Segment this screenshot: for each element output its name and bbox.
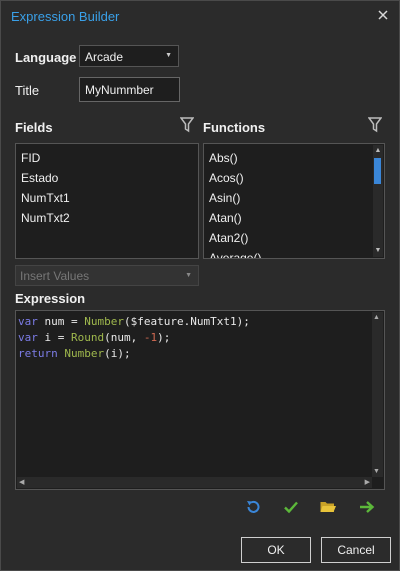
functions-label: Functions (203, 120, 266, 135)
list-item[interactable]: Atan2() (204, 228, 372, 248)
language-label: Language (15, 50, 77, 65)
code-token: return (18, 347, 58, 360)
code-token: var (18, 331, 38, 344)
scroll-down-icon[interactable]: ▼ (373, 246, 383, 256)
title-bar: Expression Builder (1, 1, 399, 31)
close-icon[interactable] (375, 7, 391, 23)
title-input[interactable] (79, 77, 180, 102)
list-item[interactable]: Acos() (204, 168, 372, 188)
scroll-up-icon[interactable]: ▲ (373, 146, 383, 156)
title-label: Title (15, 83, 40, 98)
chevron-down-icon: ▼ (185, 272, 192, 279)
chevron-down-icon: ▼ (165, 52, 172, 59)
code-token: Round (71, 331, 105, 344)
check-icon[interactable] (282, 498, 300, 516)
functions-scrollbar[interactable]: ▲ ▼ (373, 145, 383, 257)
insert-values-select: Insert Values ▼ (15, 265, 199, 286)
code-token: Number (64, 347, 105, 360)
code-token: i = (37, 331, 71, 344)
functions-items: Abs() Acos() Asin() Atan() Atan2() Avera… (204, 148, 372, 258)
code-token: (i); (104, 347, 131, 360)
code-token: ($feature.NumTxt1); (123, 315, 250, 328)
window-title: Expression Builder (11, 9, 120, 24)
list-item[interactable]: FID (16, 148, 198, 168)
expression-label: Expression (15, 291, 86, 306)
editor-horizontal-scrollbar[interactable]: ◀ ▶ (17, 477, 372, 488)
list-item[interactable]: Abs() (204, 148, 372, 168)
folder-open-icon[interactable] (319, 498, 337, 516)
scroll-left-icon[interactable]: ◀ (19, 478, 24, 486)
expression-code[interactable]: var num = Number($feature.NumTxt1); var … (18, 314, 250, 362)
expression-editor[interactable]: var num = Number($feature.NumTxt1); var … (15, 310, 385, 490)
undo-icon[interactable] (244, 498, 262, 516)
editor-vertical-scrollbar[interactable]: ▲ ▼ (372, 312, 383, 477)
ok-button[interactable]: OK (241, 537, 311, 563)
fields-list[interactable]: FID Estado NumTxt1 NumTxt2 (15, 143, 199, 259)
fields-label: Fields (15, 120, 53, 135)
scroll-down-icon[interactable]: ▼ (373, 468, 380, 475)
cancel-button[interactable]: Cancel (321, 537, 391, 563)
code-token: (num, (104, 331, 144, 344)
list-item[interactable]: Atan() (204, 208, 372, 228)
scroll-right-icon[interactable]: ▶ (365, 478, 370, 486)
list-item[interactable]: Average() (204, 248, 372, 258)
fields-filter-icon[interactable] (179, 117, 195, 133)
code-token: num = (37, 315, 85, 328)
insert-values-placeholder: Insert Values (20, 269, 90, 283)
code-line: var i = Round(num, -1); (18, 331, 170, 344)
code-token: -1 (143, 331, 158, 344)
language-select[interactable]: Arcade ▼ (79, 45, 179, 67)
language-select-value: Arcade (85, 50, 124, 64)
scrollbar-thumb[interactable] (374, 158, 381, 184)
list-item[interactable]: NumTxt1 (16, 188, 198, 208)
code-line: var num = Number($feature.NumTxt1); (18, 315, 250, 328)
functions-filter-icon[interactable] (367, 117, 383, 133)
code-token: Number (84, 315, 124, 328)
code-token: ); (157, 331, 171, 344)
list-item[interactable]: NumTxt2 (16, 208, 198, 228)
expression-builder-dialog: Expression Builder Language Arcade ▼ Tit… (0, 0, 400, 571)
code-line: return Number(i); (18, 347, 131, 360)
list-item[interactable]: Estado (16, 168, 198, 188)
arrow-right-icon[interactable] (358, 498, 376, 516)
list-item[interactable]: Asin() (204, 188, 372, 208)
scroll-up-icon[interactable]: ▲ (373, 314, 380, 321)
functions-list[interactable]: Abs() Acos() Asin() Atan() Atan2() Avera… (203, 143, 385, 259)
code-token: var (18, 315, 38, 328)
